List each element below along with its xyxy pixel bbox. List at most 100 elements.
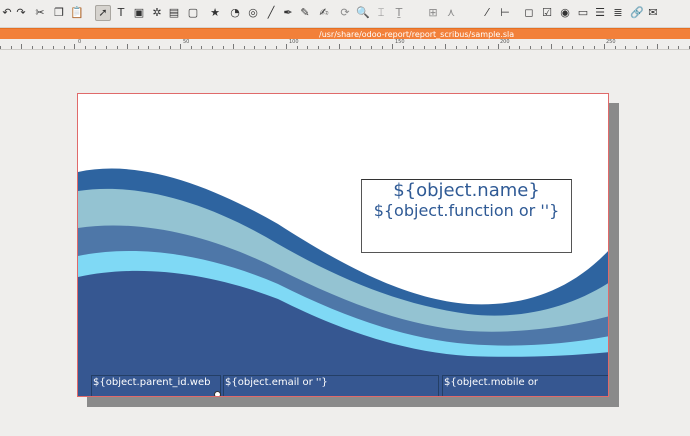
cut-icon[interactable]: ✂ (33, 6, 47, 20)
ruler-tick (551, 44, 552, 49)
ruler-tick (594, 46, 595, 49)
ruler-tick (488, 46, 489, 49)
image-frame-icon[interactable]: ▣ (132, 6, 146, 20)
copy-icon[interactable]: ❐ (52, 6, 66, 20)
website-text-frame[interactable]: ${object.parent_id.web (91, 375, 221, 396)
zoom-icon[interactable]: 🔍 (356, 6, 370, 20)
ruler-tick (11, 46, 12, 49)
ruler-label: 0 (78, 39, 82, 45)
eyedropper-icon[interactable]: ⁄ (480, 6, 494, 20)
ruler-tick (615, 46, 616, 49)
ruler-tick (403, 46, 404, 49)
annotation-link-icon[interactable]: 🔗 (630, 6, 644, 20)
ruler-tick (382, 46, 383, 49)
listbox-icon[interactable]: ≣ (611, 6, 625, 20)
unlink-frames-icon[interactable]: ⋏ (444, 6, 458, 20)
mobile-text-frame[interactable]: ${object.mobile or (442, 375, 608, 396)
table-icon[interactable]: ▤ (167, 6, 181, 20)
undo-icon[interactable]: ↶ (0, 6, 14, 20)
textfield-icon[interactable]: ▭ (576, 6, 590, 20)
ruler-tick (212, 46, 213, 49)
overflow-marker-icon (214, 391, 221, 396)
ruler-tick (95, 46, 96, 49)
document-page[interactable]: ${object.name} ${object.function or ''} … (77, 93, 609, 397)
ruler-tick (21, 44, 22, 49)
polygon-icon[interactable]: ★ (208, 6, 222, 20)
button-icon[interactable]: ◻ (522, 6, 536, 20)
ruler-tick (445, 44, 446, 49)
bezier-icon[interactable]: ✒ (281, 6, 295, 20)
ruler-tick (604, 44, 605, 49)
ruler-tick (657, 44, 658, 49)
ruler-tick (32, 46, 33, 49)
ruler-tick (360, 46, 361, 49)
edit-text-icon[interactable]: Ṯ (392, 6, 406, 20)
ruler-tick (636, 46, 637, 49)
email-text-frame[interactable]: ${object.email or ''} (223, 375, 439, 396)
mobile-field-text: ${object.mobile or (444, 377, 539, 388)
website-field-text: ${object.parent_id.web (93, 377, 211, 388)
ruler-tick (265, 46, 266, 49)
ruler-tick (647, 46, 648, 49)
paste-icon[interactable]: 📋 (70, 6, 84, 20)
ruler-tick (541, 46, 542, 49)
ruler-tick (466, 46, 467, 49)
ruler-label: 250 (606, 39, 616, 45)
redo-icon[interactable]: ↷ (14, 6, 28, 20)
combobox-icon[interactable]: ☰ (593, 6, 607, 20)
ruler-tick (159, 46, 160, 49)
ruler-tick (424, 46, 425, 49)
checkbox-icon[interactable]: ☑ (540, 6, 554, 20)
ruler-tick (244, 46, 245, 49)
ruler-tick (562, 46, 563, 49)
freehand-icon[interactable]: ✎ (298, 6, 312, 20)
ruler-tick (85, 46, 86, 49)
ruler-tick (625, 46, 626, 49)
line-icon[interactable]: ╱ (264, 6, 278, 20)
ruler-tick (0, 46, 1, 49)
ruler-tick (180, 44, 181, 49)
ruler-tick (74, 44, 75, 49)
ruler-tick (413, 46, 414, 49)
ruler-tick (583, 46, 584, 49)
toolbar: ↶ ↷ ✂ ❐ 📋 ➚ T ▣ ✲ ▤ ▢ ★ ◔ ◎ ╱ ✒ ✎ ✍ ⟳ 🔍 ⌶ Ṯ ⊞ ⋏ ⁄ ⊢ ◻ ☑ ◉ ▭ ☰ ≣ 🔗 ✉ (0, 0, 690, 28)
link-frames-icon[interactable]: ⊞ (426, 6, 440, 20)
ruler-tick (170, 46, 171, 49)
ruler-tick (223, 46, 224, 49)
radio-icon[interactable]: ◉ (558, 6, 572, 20)
calligraphy-icon[interactable]: ✍ (317, 6, 331, 20)
rotate-icon[interactable]: ⟳ (338, 6, 352, 20)
ruler-tick (286, 44, 287, 49)
ruler-tick (307, 46, 308, 49)
ruler-tick (42, 46, 43, 49)
ruler-tick (668, 46, 669, 49)
arc-icon[interactable]: ◔ (228, 6, 242, 20)
ruler-tick (276, 46, 277, 49)
edit-contents-icon[interactable]: ⌶ (374, 6, 388, 20)
ruler-tick (509, 46, 510, 49)
ruler-tick (392, 44, 393, 49)
shape-icon[interactable]: ▢ (186, 6, 200, 20)
name-text-frame[interactable]: ${object.name} ${object.function or ''} (361, 179, 572, 253)
ruler-tick (530, 46, 531, 49)
ruler-tick (254, 46, 255, 49)
ruler-tick (519, 46, 520, 49)
ruler-tick (318, 46, 319, 49)
name-field-text: ${object.name} (393, 180, 540, 201)
ruler-tick (53, 46, 54, 49)
select-icon[interactable]: ➚ (95, 5, 111, 21)
ruler-tick (456, 46, 457, 49)
ruler-tick (477, 46, 478, 49)
text-frame-icon[interactable]: T (114, 6, 128, 20)
render-frame-icon[interactable]: ✲ (150, 6, 164, 20)
ruler-tick (201, 46, 202, 49)
measure-icon[interactable]: ⊢ (498, 6, 512, 20)
horizontal-ruler[interactable]: 0 50 100 150 200 250 (0, 39, 690, 50)
ruler-tick (127, 44, 128, 49)
ruler-tick (678, 46, 679, 49)
annotation-text-icon[interactable]: ✉ (646, 6, 660, 20)
ruler-tick (138, 46, 139, 49)
spiral-icon[interactable]: ◎ (246, 6, 260, 20)
ruler-tick (117, 46, 118, 49)
ruler-tick (350, 46, 351, 49)
